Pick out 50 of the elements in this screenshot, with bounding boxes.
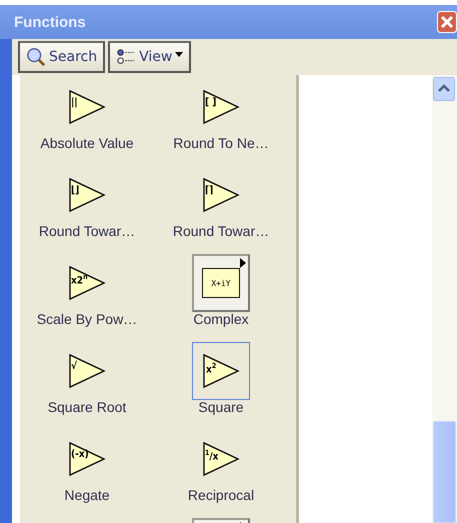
submenu-arrow-icon: [240, 258, 246, 268]
scrollbar[interactable]: [432, 75, 457, 523]
list-icon: [116, 47, 136, 67]
function-tile[interactable]: (-x): [58, 430, 116, 488]
triangle-icon: [68, 442, 106, 476]
triangle-icon: [68, 354, 106, 388]
function-label: Round Towar…: [172, 223, 270, 239]
caret-icon: [175, 52, 184, 56]
subpalette-tile[interactable]: X+iY: [192, 254, 250, 312]
triangle-icon: [202, 442, 240, 476]
triangle-icon: [68, 178, 106, 212]
triangle-icon: [202, 90, 240, 124]
close-icon[interactable]: [437, 11, 457, 33]
icon-symbol: x$^{2}$: [206, 363, 216, 376]
icon-symbol: (-x): [71, 450, 89, 460]
icon-symbol: √: [71, 362, 78, 372]
view-button[interactable]: View: [108, 41, 192, 73]
search-button[interactable]: Search: [18, 41, 106, 73]
function-label: Reciprocal: [188, 487, 254, 503]
selected-function-tile[interactable]: x$^{2}$: [192, 342, 250, 400]
window-title: Functions: [14, 14, 86, 30]
function-tile[interactable]: [ ]: [192, 78, 250, 136]
triangle-icon: [202, 178, 240, 212]
function-tile[interactable]: ||: [58, 78, 116, 136]
function-label: Round To Ne…: [173, 135, 269, 151]
function-tile[interactable]: ⌈⌉: [192, 166, 250, 224]
function-tile[interactable]: x2$^{n}$: [58, 254, 116, 312]
icon-symbol: [ ]: [205, 98, 216, 108]
complex-symbol: X+iY: [202, 268, 240, 298]
icon-symbol: ||: [71, 98, 78, 108]
scroll-up-button[interactable]: [433, 77, 455, 101]
triangle-icon: [202, 354, 240, 388]
function-label: Round Towar…: [38, 223, 136, 239]
icon-symbol: $^{1}$/x: [205, 450, 218, 462]
triangle-icon: [68, 90, 106, 124]
triangle-icon: [68, 266, 106, 300]
function-label: Square Root: [48, 399, 126, 415]
function-tile[interactable]: $^{1}$/x: [192, 430, 250, 488]
function-label: Complex: [193, 311, 249, 327]
function-label: Negate: [64, 487, 110, 503]
icon-symbol: x2$^{n}$: [71, 274, 88, 286]
function-label: Absolute Value: [40, 135, 134, 151]
icon-symbol: ⌊⌋: [71, 186, 80, 196]
icon-symbol: ⌈⌉: [205, 186, 214, 196]
function-tile[interactable]: ⌊⌋: [58, 166, 116, 224]
function-label: Scale By Pow…: [36, 311, 138, 327]
scroll-thumb[interactable]: [433, 421, 456, 523]
search-icon: [26, 47, 46, 67]
function-tile[interactable]: √: [58, 342, 116, 400]
function-label: Square: [198, 399, 244, 415]
